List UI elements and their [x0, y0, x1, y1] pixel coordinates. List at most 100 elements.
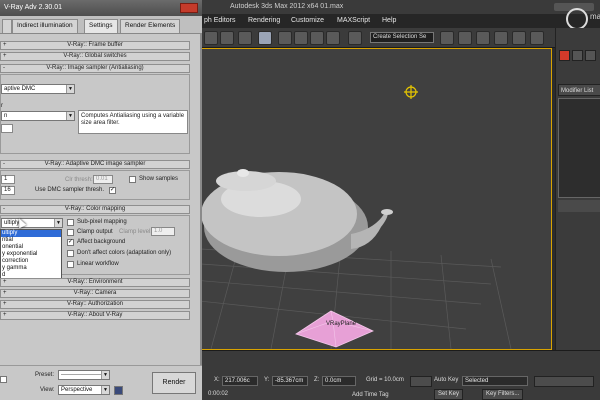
dialog-footer: Preset: -------------------- ▼ View: Pers… — [0, 365, 202, 400]
curve-editor-icon[interactable] — [494, 31, 508, 45]
key-mode-icon[interactable] — [410, 376, 432, 387]
close-icon[interactable] — [180, 3, 198, 13]
y-field[interactable]: -85.367cm — [272, 376, 308, 386]
show-samples-checkbox[interactable] — [129, 176, 136, 183]
light-target-icon[interactable] — [404, 85, 418, 99]
menu-customize[interactable]: Customize — [291, 14, 324, 28]
material-editor-icon[interactable] — [530, 31, 544, 45]
view-label: View: — [40, 387, 55, 393]
clamp-output-checkbox[interactable] — [67, 229, 74, 236]
rollout-frame-buffer[interactable]: + V-Ray:: Frame buffer — [0, 41, 190, 50]
auto-key-button[interactable]: Auto Key — [434, 377, 458, 383]
x-label: X: — [214, 377, 220, 383]
create-tab-icon[interactable] — [559, 50, 570, 61]
menu-help[interactable]: Help — [382, 14, 396, 28]
menu-maxscript[interactable]: MAXScript — [337, 14, 370, 28]
rollout-color-mapping[interactable]: - V-Ray:: Color mapping — [0, 205, 190, 214]
stack-buttons[interactable] — [558, 200, 600, 212]
key-filters-button[interactable]: Key Filters... — [482, 389, 524, 400]
filter-dropdown[interactable]: n ▼ — [1, 111, 75, 121]
linear-workflow-checkbox[interactable] — [67, 261, 74, 268]
lock-view-icon[interactable] — [114, 386, 123, 395]
select-scale-icon[interactable] — [258, 31, 272, 45]
modifier-list-dropdown[interactable]: Modifier List — [558, 84, 600, 96]
playback-controls[interactable] — [534, 376, 594, 387]
list-item[interactable]: ultiply — [1, 230, 61, 237]
percent-snap-icon[interactable] — [310, 31, 324, 45]
sampler-type-dropdown[interactable]: aptive DMC ▼ — [1, 84, 75, 94]
render-setup-dialog: V-Ray Adv 2.30.01 Indirect illumination … — [0, 0, 202, 400]
window-crossing-icon[interactable] — [220, 31, 234, 45]
preset-dropdown[interactable]: -------------------- ▼ — [58, 370, 110, 380]
dont-affect-checkbox[interactable] — [67, 250, 74, 257]
mapping-type-options[interactable]: ultiply ntial onential y exponential cor… — [0, 229, 62, 279]
use-dmc-checkbox[interactable]: ✓ — [109, 187, 116, 194]
chevron-down-icon: ▼ — [66, 112, 74, 120]
x-field[interactable]: 217.006c — [222, 376, 258, 386]
render-button[interactable]: Render — [152, 372, 196, 394]
view-dropdown[interactable]: Perspective ▼ — [58, 385, 110, 395]
select-move-icon[interactable] — [238, 31, 252, 45]
list-item[interactable]: ntial — [1, 237, 61, 244]
add-time-tag[interactable]: Add Time Tag — [352, 392, 389, 398]
vray-plane-object[interactable] — [295, 310, 374, 348]
max-title-bar: Autodesk 3ds Max 2012 x64 01.max — [200, 0, 600, 14]
named-selection-dropdown[interactable]: Create Selection Se — [370, 32, 434, 43]
list-item[interactable]: onential — [1, 244, 61, 251]
clr-thresh-field[interactable]: 0.01 — [93, 175, 113, 184]
affect-background-checkbox[interactable]: ✓ — [67, 239, 74, 246]
tab-indirect-illumination[interactable]: Indirect illumination — [12, 19, 78, 33]
time-readout: 0:00:02 — [208, 391, 229, 397]
auto-key-dropdown[interactable]: Selected — [462, 376, 528, 386]
edit-named-selection-icon[interactable] — [348, 31, 362, 45]
chevron-down-icon: ▼ — [54, 219, 62, 227]
layer-manager-icon[interactable] — [476, 31, 490, 45]
list-item[interactable]: y gamma — [1, 265, 61, 272]
menu-graph-editors[interactable]: ph Editors — [204, 14, 236, 28]
set-key-button[interactable]: Set Key — [434, 389, 464, 400]
mapping-type-dropdown[interactable]: ultiply ▼ — [1, 218, 63, 228]
rollout-camera[interactable]: + V-Ray:: Camera — [0, 289, 190, 298]
mirror-icon[interactable] — [440, 31, 454, 45]
angle-snap-icon[interactable] — [294, 31, 308, 45]
rollout-environment[interactable]: + V-Ray:: Environment — [0, 278, 190, 287]
snap-toggle-icon[interactable] — [278, 31, 292, 45]
max-subdivs-field[interactable]: 16 — [1, 186, 15, 195]
rollout-authorization[interactable]: + V-Ray:: Authorization — [0, 300, 190, 309]
linear-workflow-label: Linear workflow — [77, 261, 119, 267]
schematic-view-icon[interactable] — [512, 31, 526, 45]
align-icon[interactable] — [458, 31, 472, 45]
vray-plane-label: VRayPlane — [326, 321, 357, 327]
teapot-object[interactable] — [201, 169, 393, 272]
dialog-title-bar: V-Ray Adv 2.30.01 — [0, 0, 202, 16]
rollout-global-switches[interactable]: + V-Ray:: Global switches — [0, 52, 190, 61]
tab-v-ray[interactable] — [2, 19, 12, 33]
max-menu-bar: ph Editors Rendering Customize MAXScript… — [200, 14, 600, 28]
filter-size-field[interactable] — [1, 124, 13, 133]
spinner-snap-icon[interactable] — [326, 31, 340, 45]
clamp-level-field[interactable]: 1.0 — [151, 227, 175, 236]
tab-render-elements[interactable]: Render Elements — [120, 19, 181, 33]
modifier-stack[interactable] — [558, 98, 600, 198]
sub-pixel-label: Sub-pixel mapping — [77, 219, 127, 225]
logo-ring-icon — [566, 8, 588, 30]
production-radio[interactable] — [0, 376, 7, 383]
rollout-adaptive-dmc[interactable]: - V-Ray:: Adaptive DMC image sampler — [0, 160, 190, 169]
modify-tab-icon[interactable] — [572, 50, 583, 61]
main-toolbar: Create Selection Se — [200, 28, 555, 48]
rollout-about[interactable]: + V-Ray:: About V-Ray — [0, 311, 190, 320]
list-item[interactable]: y exponential — [1, 251, 61, 258]
z-field[interactable]: 0.0cm — [322, 376, 356, 386]
rollout-image-sampler[interactable]: - V-Ray:: Image sampler (Antialiasing) — [0, 64, 190, 73]
menu-rendering[interactable]: Rendering — [248, 14, 280, 28]
select-region-icon[interactable] — [204, 31, 218, 45]
sub-pixel-checkbox[interactable] — [67, 219, 74, 226]
command-panel: Modifier List — [555, 28, 600, 350]
use-dmc-label: Use DMC sampler thresh. — [35, 187, 105, 193]
hierarchy-tab-icon[interactable] — [585, 50, 596, 61]
tab-settings[interactable]: Settings — [84, 19, 118, 33]
min-subdivs-field[interactable]: 1 — [1, 175, 15, 184]
chevron-down-icon: ▼ — [101, 386, 109, 394]
list-item[interactable]: correction — [1, 258, 61, 265]
perspective-viewport[interactable]: VRayPlane — [200, 48, 552, 350]
